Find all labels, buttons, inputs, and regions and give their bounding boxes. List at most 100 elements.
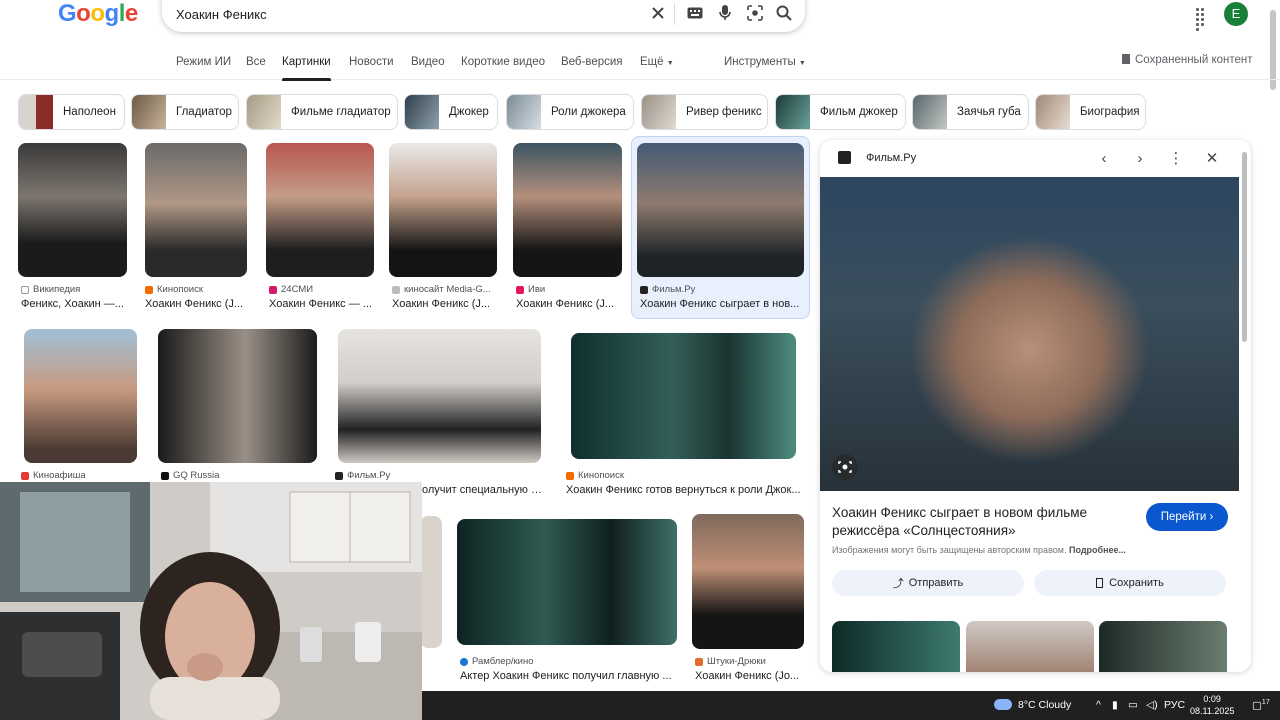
- result-image[interactable]: [158, 329, 317, 463]
- weather-widget[interactable]: 8°C Cloudy: [1018, 699, 1071, 711]
- saved-content-link[interactable]: Сохраненный контент: [1122, 54, 1253, 66]
- result-source[interactable]: Кинопоиск: [566, 470, 624, 481]
- result-image[interactable]: [637, 143, 804, 277]
- chip-gladiator-film[interactable]: Фильме гладиатор: [246, 94, 398, 130]
- chip-joker-roles[interactable]: Роли джокера: [506, 94, 634, 130]
- source-label: Иви: [528, 284, 546, 295]
- chip-thumbnail: [1036, 95, 1070, 129]
- result-image[interactable]: [420, 516, 442, 648]
- result-source[interactable]: Рамблер/кино: [460, 656, 534, 667]
- save-button[interactable]: Сохранить: [1034, 570, 1226, 596]
- bookmark-icon: [1122, 54, 1130, 64]
- tab-videos[interactable]: Видео: [411, 56, 445, 68]
- tab-news[interactable]: Новости: [349, 56, 394, 68]
- related-image[interactable]: [832, 621, 960, 672]
- lens-search-icon[interactable]: [832, 454, 858, 480]
- tools-button[interactable]: Инструменты ▼: [724, 56, 806, 68]
- search-input[interactable]: Хоакин Феникс: [176, 7, 267, 22]
- chip-gladiator[interactable]: Гладиатор: [131, 94, 239, 130]
- tab-more[interactable]: Ещё ▼: [640, 56, 674, 68]
- result-caption[interactable]: Феникс, Хоакин —...: [21, 298, 127, 310]
- result-caption[interactable]: Хоакин Феникс (J...: [392, 298, 498, 310]
- result-image[interactable]: [24, 329, 137, 463]
- account-avatar[interactable]: E: [1224, 2, 1248, 26]
- result-caption[interactable]: Хоакин Феникс готов вернуться к роли Джо…: [566, 484, 802, 496]
- result-image[interactable]: [145, 143, 247, 277]
- result-source[interactable]: Киноафиша: [21, 470, 86, 481]
- result-caption[interactable]: Хоакин Феникс (J...: [145, 298, 245, 310]
- result-source[interactable]: Иви: [516, 284, 545, 295]
- result-source[interactable]: Кинопоиск: [145, 284, 203, 295]
- kinopoisk-favicon: [566, 471, 574, 480]
- chip-joker[interactable]: Джокер: [404, 94, 498, 130]
- result-image[interactable]: [338, 329, 541, 463]
- result-image[interactable]: [18, 143, 127, 277]
- result-source[interactable]: Фильм.Ру: [640, 284, 695, 295]
- tab-web[interactable]: Веб-версия: [561, 56, 623, 68]
- result-caption[interactable]: Хоакин Феникс — ...: [269, 298, 375, 310]
- visit-button[interactable]: Перейти ›: [1146, 503, 1228, 531]
- google-logo[interactable]: Google: [58, 0, 138, 28]
- result-image[interactable]: [513, 143, 622, 277]
- related-image[interactable]: [1099, 621, 1227, 672]
- preview-title[interactable]: Хоакин Феникс сыграет в новом фильме реж…: [832, 504, 1132, 540]
- more-vert-icon[interactable]: ⋮: [1166, 148, 1186, 168]
- chip-label: Наполеон: [63, 106, 116, 118]
- chevron-left-icon[interactable]: ‹: [1094, 148, 1114, 168]
- result-source[interactable]: 24СМИ: [269, 284, 313, 295]
- chip-joker-film[interactable]: Фильм джокер: [775, 94, 906, 130]
- result-image[interactable]: [692, 514, 804, 649]
- tab-short-videos[interactable]: Короткие видео: [461, 56, 545, 68]
- notification-icon[interactable]: ▢17: [1252, 699, 1270, 712]
- chip-label: Джокер: [449, 106, 489, 118]
- panel-site-name[interactable]: Фильм.Ру: [866, 152, 916, 164]
- result-image[interactable]: [266, 143, 374, 277]
- result-image[interactable]: [389, 143, 497, 277]
- search-icon[interactable]: [775, 4, 793, 22]
- result-source[interactable]: Штуки-Дрюки: [695, 656, 766, 667]
- save-label: Сохранить: [1109, 577, 1164, 589]
- rambler-favicon: [460, 657, 468, 666]
- panel-scrollbar[interactable]: [1242, 152, 1247, 342]
- battery-icon[interactable]: ▭: [1128, 699, 1138, 711]
- microphone-icon[interactable]: [716, 4, 734, 22]
- result-caption[interactable]: олучит специальную н...: [422, 484, 546, 496]
- chip-cleft-lip[interactable]: Заячья губа: [912, 94, 1029, 130]
- tools-label: Инструменты: [724, 56, 796, 68]
- result-source[interactable]: GQ Russia: [161, 470, 219, 481]
- result-caption[interactable]: Хоакин Феникс (J...: [516, 298, 622, 310]
- result-source[interactable]: киносайт Media-G...: [392, 284, 491, 295]
- apps-grid-icon[interactable]: [1196, 8, 1210, 31]
- clock-time: 0:09: [1203, 694, 1221, 704]
- tab-ai-mode[interactable]: Режим ИИ: [176, 56, 231, 68]
- related-image[interactable]: [966, 621, 1094, 672]
- clear-icon[interactable]: [649, 4, 667, 22]
- chevron-up-icon[interactable]: ^: [1096, 699, 1101, 711]
- result-source[interactable]: Википедия: [21, 284, 80, 295]
- chip-napoleon[interactable]: Наполеон: [18, 94, 125, 130]
- result-image[interactable]: [571, 333, 796, 459]
- preview-image[interactable]: [820, 177, 1239, 491]
- close-icon[interactable]: ✕: [1202, 148, 1222, 168]
- keyboard-icon[interactable]: [686, 4, 704, 22]
- tab-images[interactable]: Картинки: [282, 56, 331, 81]
- result-image[interactable]: [457, 519, 677, 645]
- learn-more-link[interactable]: Подробнее...: [1069, 545, 1126, 555]
- share-button[interactable]: ⤴ Отправить: [832, 570, 1024, 596]
- chevron-right-icon[interactable]: ›: [1130, 148, 1150, 168]
- tab-all[interactable]: Все: [246, 56, 266, 68]
- result-caption[interactable]: Хоакин Феникс (Jo...: [695, 670, 803, 682]
- lens-icon[interactable]: [746, 4, 764, 22]
- result-source[interactable]: Фильм.Ру: [335, 470, 390, 481]
- clock[interactable]: 0:09 08.11.2025: [1190, 693, 1234, 717]
- mic-tray-icon[interactable]: ▮: [1112, 699, 1118, 711]
- result-caption[interactable]: Актер Хоакин Феникс получил главную ...: [460, 670, 672, 682]
- volume-icon[interactable]: ◁): [1146, 699, 1158, 711]
- result-caption[interactable]: Хоакин Феникс сыграет в нов...: [640, 298, 802, 310]
- kinopoisk-favicon: [145, 285, 153, 294]
- language-indicator[interactable]: РУС: [1164, 699, 1185, 711]
- chip-biography[interactable]: Биография: [1035, 94, 1146, 130]
- search-box[interactable]: Хоакин Феникс: [162, 0, 805, 32]
- chip-thumbnail: [405, 95, 439, 129]
- chip-river-phoenix[interactable]: Ривер феникс: [641, 94, 768, 130]
